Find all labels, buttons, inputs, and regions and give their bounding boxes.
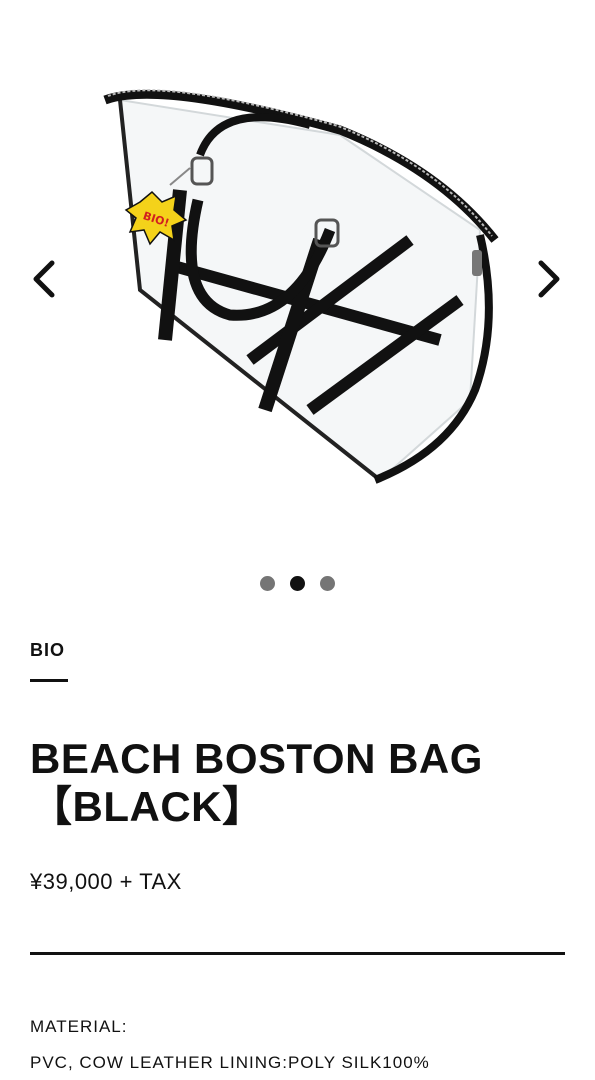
chevron-right-icon [538,260,560,298]
material-value: PVC, COW LEATHER LINING:POLY SILK100% [30,1053,430,1072]
brand-underline [30,679,68,682]
gallery-prev-button[interactable] [24,255,64,303]
material-label: MATERIAL: [30,1017,128,1036]
gallery-dot-1[interactable] [260,575,275,591]
bag-illustration: BIO! [103,89,499,484]
gallery-next-button[interactable] [529,255,569,303]
section-divider [30,952,565,955]
product-price: ¥39,000 + TAX [30,869,182,894]
gallery-dot-2[interactable] [290,575,305,591]
product-image[interactable]: BIO! [80,60,520,500]
product-title: BEACH BOSTON BAG【BLACK】 [30,735,483,830]
chevron-left-icon [33,260,55,298]
gallery-dot-3[interactable] [320,575,335,591]
brand-name[interactable]: BIO [30,640,65,661]
product-gallery: BIO! [0,0,595,560]
gallery-pagination [0,575,595,591]
